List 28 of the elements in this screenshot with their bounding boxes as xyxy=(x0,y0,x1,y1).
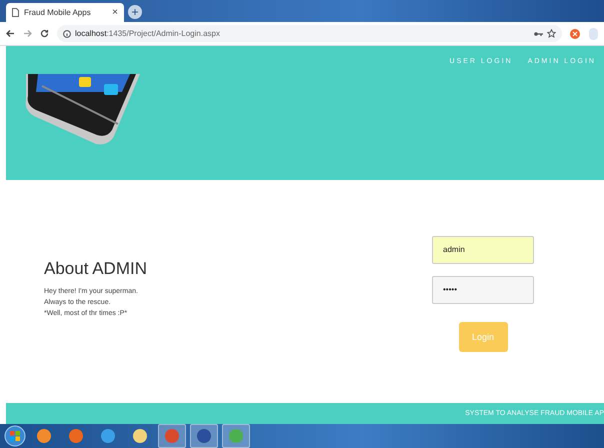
forward-icon[interactable] xyxy=(23,29,32,38)
browser-tab[interactable]: Fraud Mobile Apps × xyxy=(6,3,124,22)
key-icon[interactable] xyxy=(534,30,543,36)
new-tab-button[interactable]: + xyxy=(128,5,142,19)
reload-icon[interactable] xyxy=(40,29,49,38)
app-icon xyxy=(100,428,116,444)
app-icon xyxy=(228,428,244,444)
username-field[interactable]: admin xyxy=(432,236,534,264)
app-icon xyxy=(196,428,212,444)
taskbar-app-button[interactable] xyxy=(158,424,186,448)
address-bar[interactable]: localhost:1435/Project/Admin-Login.aspx xyxy=(57,25,562,42)
about-title: About ADMIN xyxy=(44,258,147,278)
app-icon xyxy=(36,428,52,444)
url-host: localhost xyxy=(75,29,107,38)
start-button-icon[interactable] xyxy=(4,425,26,447)
app-icon xyxy=(68,428,84,444)
page-icon xyxy=(12,8,19,17)
password-field[interactable]: ••••• xyxy=(432,276,534,304)
app-icon xyxy=(164,428,180,444)
url-path: :1435/Project/Admin-Login.aspx xyxy=(106,29,220,38)
app-icon xyxy=(132,428,148,444)
back-icon[interactable] xyxy=(6,29,15,38)
star-icon[interactable] xyxy=(547,29,556,38)
info-icon xyxy=(63,30,71,38)
close-tab-button[interactable]: × xyxy=(112,7,118,18)
taskbar-app-button[interactable] xyxy=(190,424,218,448)
extension-icon[interactable] xyxy=(570,28,580,38)
tab-title: Fraud Mobile Apps xyxy=(24,8,92,17)
